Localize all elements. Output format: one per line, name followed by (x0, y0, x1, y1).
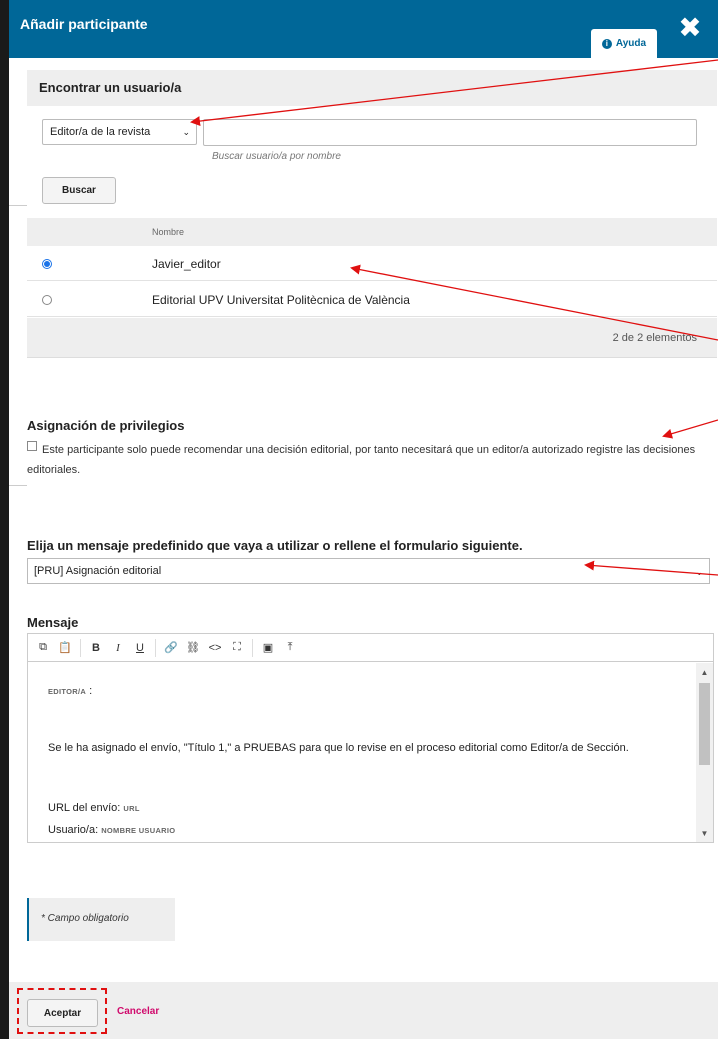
message-editor[interactable]: ⧉ 📋 B I U 🔗 ⛓ <> ⛶ ▣ ⤒ EDITOR/A : Se le … (27, 633, 714, 843)
info-icon: i (601, 38, 612, 49)
privileges-label: Este participante solo puede recomendar … (27, 444, 696, 476)
template-select-value: [PRU] Asignación editorial (34, 565, 162, 577)
body-paragraph: Se le ha asignado el envío, "Título 1," … (48, 742, 629, 754)
fullscreen-icon[interactable]: ⛶ (226, 637, 248, 659)
toolbar-separator (155, 638, 156, 657)
cancel-link[interactable]: Cancelar (117, 1006, 159, 1017)
role-select-value: Editor/a de la revista (50, 126, 151, 138)
template-title: Elija un mensaje predefinido que vaya a … (27, 538, 523, 553)
recommend-only-checkbox[interactable] (27, 441, 37, 451)
scroll-down-icon[interactable]: ▼ (696, 826, 713, 840)
greeting-line: EDITOR/A : (48, 685, 92, 697)
search-help-text: Buscar usuario/a por nombre (212, 151, 341, 162)
add-participant-modal: Añadir participante i Ayuda ✖ Encontrar … (9, 0, 718, 1039)
user-tag: NOMBRE USUARIO (101, 826, 176, 835)
link-icon[interactable]: 🔗 (160, 637, 182, 659)
find-user-header: Encontrar un usuario/a (27, 70, 717, 106)
image-icon[interactable]: ▣ (257, 637, 279, 659)
code-icon[interactable]: <> (204, 637, 226, 659)
message-label: Mensaje (27, 615, 79, 630)
divider (9, 205, 27, 206)
paste-icon[interactable]: 📋 (54, 637, 76, 659)
user-label: Usuario/a: (48, 824, 99, 836)
search-input[interactable] (203, 119, 697, 146)
chevron-down-icon: ⌄ (695, 567, 703, 577)
column-name: Nombre (152, 227, 185, 237)
user-name: Editorial UPV Universitat Politècnica de… (152, 293, 410, 307)
copy-icon[interactable]: ⧉ (32, 637, 54, 659)
user-radio[interactable] (42, 295, 52, 305)
results-footer: 2 de 2 elementos (27, 318, 717, 358)
accept-button[interactable]: Aceptar (27, 999, 98, 1027)
user-radio[interactable] (42, 259, 52, 269)
window-frame-left (0, 0, 9, 1039)
user-line: Usuario/a: NOMBRE USUARIO (48, 824, 175, 836)
close-icon[interactable]: ✖ (673, 10, 707, 44)
upload-icon[interactable]: ⤒ (279, 637, 301, 659)
results-count: 2 de 2 elementos (612, 332, 697, 344)
unlink-icon[interactable]: ⛓ (182, 637, 204, 659)
table-row[interactable]: Editorial UPV Universitat Politècnica de… (27, 282, 717, 317)
help-tab[interactable]: i Ayuda (591, 29, 657, 58)
greeting-suffix: : (89, 685, 93, 697)
greeting-tag: EDITOR/A (48, 687, 87, 696)
template-select[interactable]: [PRU] Asignación editorial ⌄ (27, 558, 710, 584)
chevron-down-icon: ⌄ (182, 127, 190, 137)
privileges-title: Asignación de privilegios (27, 418, 185, 433)
user-name: Javier_editor (152, 257, 221, 271)
underline-icon[interactable]: U (129, 637, 151, 659)
help-label: Ayuda (615, 38, 647, 49)
required-note-text: * Campo obligatorio (41, 913, 129, 924)
url-tag: URL (123, 804, 140, 813)
modal-footer: Aceptar Cancelar (9, 982, 718, 1039)
scroll-up-icon[interactable]: ▲ (696, 665, 713, 679)
results-header: Nombre (27, 218, 717, 246)
url-label: URL del envío: (48, 802, 121, 814)
editor-scrollbar[interactable]: ▲ ▼ (696, 663, 713, 842)
url-line: URL del envío: URL (48, 802, 140, 814)
scroll-thumb[interactable] (699, 683, 710, 765)
toolbar-separator (80, 638, 81, 657)
modal-title: Añadir participante (20, 16, 148, 32)
table-row[interactable]: Javier_editor (27, 246, 717, 281)
italic-icon[interactable]: I (107, 637, 129, 659)
editor-toolbar: ⧉ 📋 B I U 🔗 ⛓ <> ⛶ ▣ ⤒ (28, 634, 713, 662)
role-select[interactable]: Editor/a de la revista ⌄ (42, 119, 197, 145)
divider (9, 485, 27, 486)
editor-body[interactable]: EDITOR/A : Se le ha asignado el envío, "… (28, 663, 696, 842)
search-button[interactable]: Buscar (42, 177, 116, 204)
modal-header: Añadir participante i Ayuda ✖ (9, 0, 718, 58)
bold-icon[interactable]: B (85, 637, 107, 659)
find-user-title: Encontrar un usuario/a (39, 80, 182, 95)
required-note: * Campo obligatorio (27, 898, 175, 941)
toolbar-separator (252, 638, 253, 657)
